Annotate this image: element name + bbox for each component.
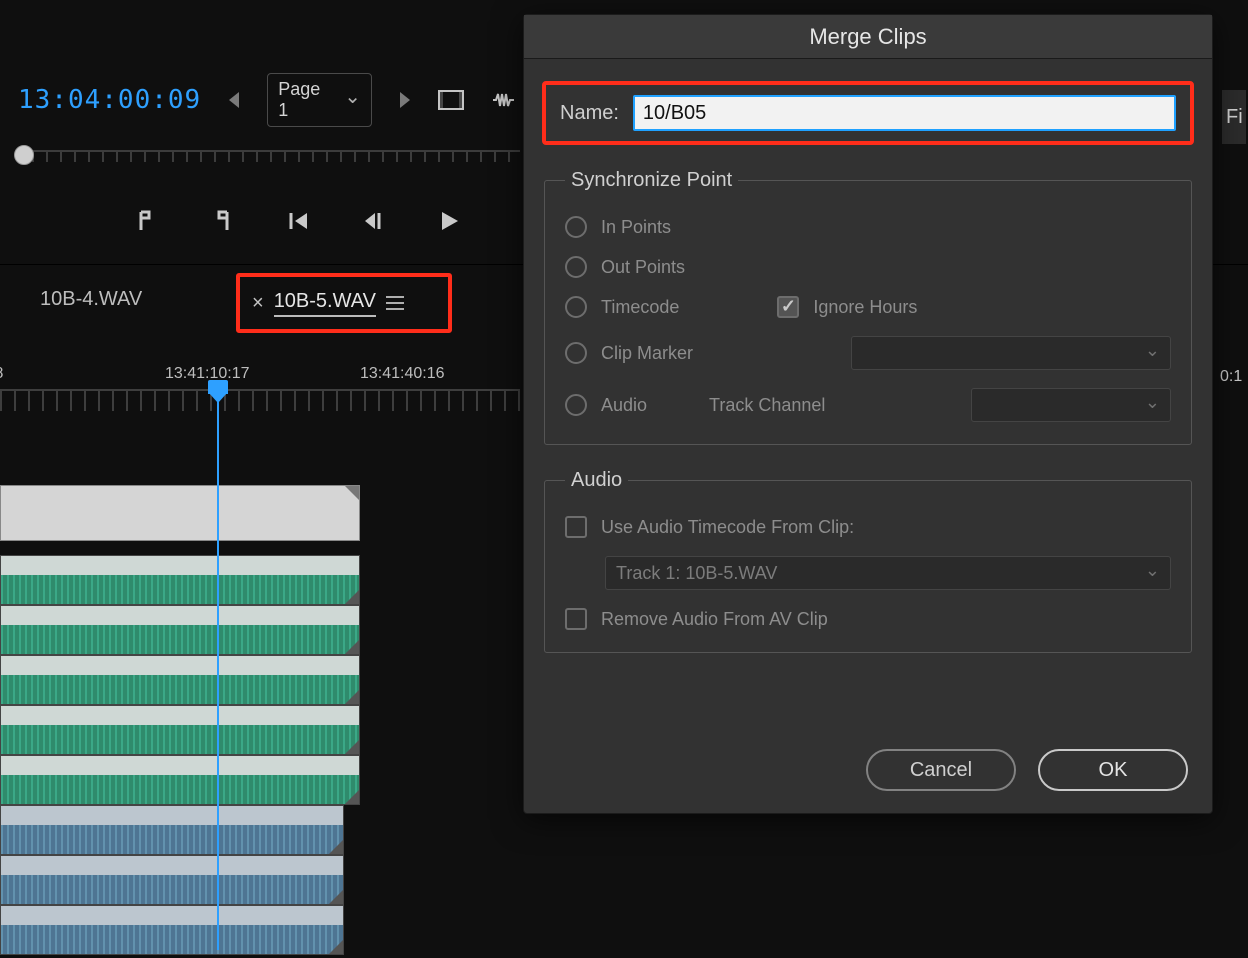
ruler-label: 13:41:40:16 xyxy=(360,365,445,383)
next-page-icon[interactable] xyxy=(400,92,410,108)
audio-track-select-value: Track 1: 10B-5.WAV xyxy=(616,563,777,584)
audio-clip[interactable] xyxy=(0,555,360,605)
synchronize-point-group: Synchronize Point In Points Out Points T… xyxy=(544,169,1192,445)
current-timecode: 13:04:00:09 xyxy=(18,85,201,115)
audio-clip[interactable] xyxy=(0,655,360,705)
out-points-label: Out Points xyxy=(601,257,685,278)
chevron-down-icon xyxy=(1145,563,1160,584)
transport-controls xyxy=(130,205,466,237)
tab-active[interactable]: 10B-5.WAV xyxy=(274,290,376,317)
audio-legend: Audio xyxy=(565,469,628,492)
right-panel-button[interactable]: Fi xyxy=(1222,90,1246,144)
radio-audio[interactable] xyxy=(565,394,587,416)
go-to-in-button[interactable] xyxy=(282,205,314,237)
check-remove-audio[interactable] xyxy=(565,608,587,630)
chevron-down-icon xyxy=(1145,343,1160,364)
playhead[interactable] xyxy=(217,390,219,950)
ignore-hours-label: Ignore Hours xyxy=(813,297,917,318)
audio-clip[interactable] xyxy=(0,855,344,905)
check-ignore-hours[interactable] xyxy=(777,296,799,318)
synchronize-point-legend: Synchronize Point xyxy=(565,169,738,192)
timecode-label: Timecode xyxy=(601,297,679,318)
right-panel-button-label: Fi xyxy=(1226,106,1243,129)
audio-clip[interactable] xyxy=(0,705,360,755)
radio-clip-marker[interactable] xyxy=(565,342,587,364)
chevron-down-icon xyxy=(344,88,361,113)
tab-menu-icon[interactable] xyxy=(386,296,404,310)
check-use-audio-timecode[interactable] xyxy=(565,516,587,538)
name-label: Name: xyxy=(560,102,619,125)
name-input[interactable] xyxy=(633,95,1176,131)
tab-inactive[interactable]: 10B-4.WAV xyxy=(40,288,142,311)
use-audio-timecode-label: Use Audio Timecode From Clip: xyxy=(601,517,854,538)
mark-in-button[interactable] xyxy=(130,205,162,237)
audio-track-select[interactable]: Track 1: 10B-5.WAV xyxy=(605,556,1171,590)
in-points-label: In Points xyxy=(601,217,671,238)
cancel-button[interactable]: Cancel xyxy=(866,749,1016,791)
radio-out-points[interactable] xyxy=(565,256,587,278)
navigator-ruler[interactable] xyxy=(0,150,520,186)
navigator-handle[interactable] xyxy=(14,145,34,165)
step-back-button[interactable] xyxy=(358,205,390,237)
play-button[interactable] xyxy=(434,205,466,237)
merge-clips-dialog: Merge Clips Name: Synchronize Point In P… xyxy=(523,14,1213,814)
ruler-label: 0:40:18 xyxy=(0,365,3,383)
clip-marker-label: Clip Marker xyxy=(601,343,693,364)
waveform-icon[interactable] xyxy=(492,90,520,110)
track-channel-select[interactable] xyxy=(971,388,1171,422)
audio-clip[interactable] xyxy=(0,805,344,855)
right-panel-timecode: 0:1 xyxy=(1220,368,1242,386)
track-channel-label: Track Channel xyxy=(709,395,825,416)
audio-clip[interactable] xyxy=(0,755,360,805)
clip-marker-select[interactable] xyxy=(851,336,1171,370)
chevron-down-icon xyxy=(1145,395,1160,416)
audio-group: Audio Use Audio Timecode From Clip: Trac… xyxy=(544,469,1192,653)
audio-clip[interactable] xyxy=(0,905,344,955)
filmstrip-icon[interactable] xyxy=(438,90,464,110)
audio-option-label: Audio xyxy=(601,395,647,416)
radio-timecode[interactable] xyxy=(565,296,587,318)
page-select-label: Page 1 xyxy=(278,79,334,121)
dialog-title: Merge Clips xyxy=(524,15,1212,59)
mark-out-button[interactable] xyxy=(206,205,238,237)
active-tab-highlight: × 10B-5.WAV xyxy=(236,273,452,333)
prev-page-icon[interactable] xyxy=(229,92,239,108)
radio-in-points[interactable] xyxy=(565,216,587,238)
remove-audio-label: Remove Audio From AV Clip xyxy=(601,609,828,630)
audio-clip[interactable] xyxy=(0,605,360,655)
name-field-highlight: Name: xyxy=(542,81,1194,145)
video-clip[interactable] xyxy=(0,485,360,541)
page-select[interactable]: Page 1 xyxy=(267,73,372,127)
ok-button[interactable]: OK xyxy=(1038,749,1188,791)
close-icon[interactable]: × xyxy=(252,292,264,315)
